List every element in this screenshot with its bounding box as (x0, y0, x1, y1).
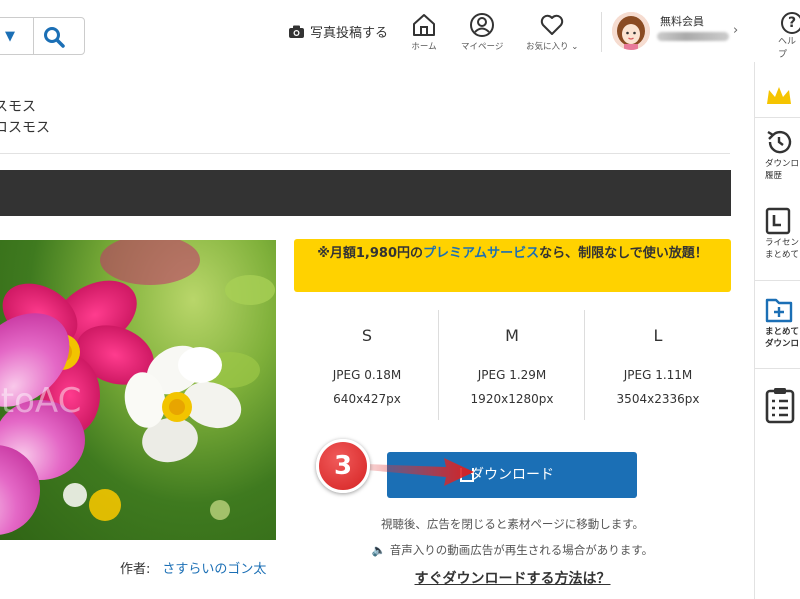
instant-download-link[interactable]: すぐダウンロードする方法は？ (294, 568, 731, 588)
folder-plus-icon (765, 298, 793, 323)
photo-preview[interactable]: otoAC (0, 240, 276, 540)
size-option-m[interactable]: M JPEG 1.29M 1920x1280px (439, 310, 585, 420)
cosmos-photo: otoAC (0, 240, 275, 535)
author-line: 作者: さすらいのゴン太 (120, 558, 266, 577)
size-label: S (361, 326, 373, 345)
crown-icon (767, 87, 791, 104)
sidebar-divider (755, 280, 800, 281)
size-option-l[interactable]: L JPEG 1.11M 3504x2336px (585, 310, 731, 420)
premium-suffix: なら、制限なしで使い放題！ (539, 246, 708, 261)
sidebar-history-line2: 履歴 (765, 171, 783, 181)
history-icon (767, 130, 792, 154)
avatar[interactable] (612, 12, 650, 50)
sidebar-license[interactable]: ライセン まとめて (765, 207, 799, 261)
audio-notice: 🔈 音声入りの動画広告が再生される場合があります。 (371, 543, 654, 557)
size-option-s[interactable]: S JPEG 0.18M 640x427px (294, 310, 440, 420)
size-label: M (505, 326, 519, 345)
sidebar-bulk-line1: まとめて (765, 327, 800, 337)
size-label: L (653, 326, 663, 345)
search-divider (33, 18, 34, 54)
post-photo-label: 写真投稿する (310, 26, 389, 41)
author-link[interactable]: さすらいのゴン太 (162, 562, 266, 577)
post-photo-link[interactable]: 写真投稿する (289, 22, 388, 41)
page: ▼ 写真投稿する ホーム マイページ お気に入り ⌄ 無料会員 › ? ヘルプ … (0, 0, 800, 599)
help-label: ヘルプ (778, 37, 797, 60)
watermark-text: otoAC (0, 381, 81, 421)
size-dimensions: 640x427px (333, 392, 401, 406)
sidebar-bulk-download[interactable]: まとめて ダウンロ (765, 296, 799, 350)
size-format: JPEG 1.11M (623, 368, 693, 382)
search-box[interactable]: ▼ (0, 17, 85, 55)
sidebar-divider (755, 368, 800, 369)
sidebar-checklist[interactable] (765, 386, 795, 426)
premium-link[interactable]: プレミアムサービス (423, 246, 539, 261)
license-icon (765, 207, 791, 235)
step-arrow-icon (366, 458, 474, 486)
sidebar-history-line1: ダウンロ (765, 159, 800, 169)
breadcrumb-line-1[interactable]: スモス (0, 96, 36, 116)
nav-favorites-label: お気に入り ⌄ (526, 42, 579, 52)
breadcrumb-line-2[interactable]: コスモス (0, 117, 50, 137)
sidebar-download-history[interactable]: ダウンロ 履歴 (765, 128, 799, 182)
author-label: 作者: (120, 562, 151, 577)
size-format: JPEG 1.29M (477, 368, 547, 382)
heart-icon (540, 14, 564, 35)
avatar-illustration (612, 12, 650, 50)
size-dimensions: 1920x1280px (470, 392, 554, 406)
member-status: 無料会員 (660, 15, 704, 28)
sidebar-premium[interactable] (765, 84, 793, 110)
chevron-right-icon[interactable]: › (733, 23, 738, 38)
camera-icon (289, 25, 304, 38)
member-name-redacted (657, 32, 729, 41)
photo-title (0, 180, 14, 206)
help-icon: ? (781, 12, 800, 34)
header-divider (601, 12, 602, 52)
clipboard-icon (765, 388, 795, 424)
sidebar-license-line1: ライセン (765, 238, 800, 248)
download-label: ダウンロード (470, 467, 554, 483)
size-dimensions: 3504x2336px (616, 392, 700, 406)
sidebar-divider (755, 117, 800, 118)
nav-mypage-label: マイページ (461, 42, 504, 52)
nav-mypage[interactable]: マイページ (461, 12, 503, 52)
premium-banner[interactable]: ※月額1,980円のプレミアムサービスなら、制限なしで使い放題！ (294, 239, 731, 292)
help-link[interactable]: ? ヘルプ (778, 12, 800, 60)
nav-home[interactable]: ホーム (411, 12, 437, 52)
sidebar-bulk-line2: ダウンロ (765, 339, 800, 349)
dropdown-caret-icon[interactable]: ▼ (5, 29, 15, 44)
photo-title-bar (0, 170, 731, 216)
divider (0, 153, 730, 154)
step-number-badge: 3 (316, 439, 370, 493)
right-sidebar: ダウンロ 履歴 ライセン まとめて まとめて ダウンロ (754, 62, 800, 599)
premium-prefix: ※月額1,980円の (317, 246, 424, 261)
search-icon[interactable] (43, 26, 65, 48)
nav-home-label: ホーム (411, 42, 437, 52)
user-icon (470, 13, 495, 37)
sidebar-license-line2: まとめて (765, 250, 800, 260)
nav-favorites[interactable]: お気に入り ⌄ (526, 12, 578, 52)
size-format: JPEG 0.18M (332, 368, 402, 382)
ad-notice: 視聴後、広告を閉じると素材ページに移動します。 (380, 517, 645, 531)
home-icon (413, 14, 435, 36)
